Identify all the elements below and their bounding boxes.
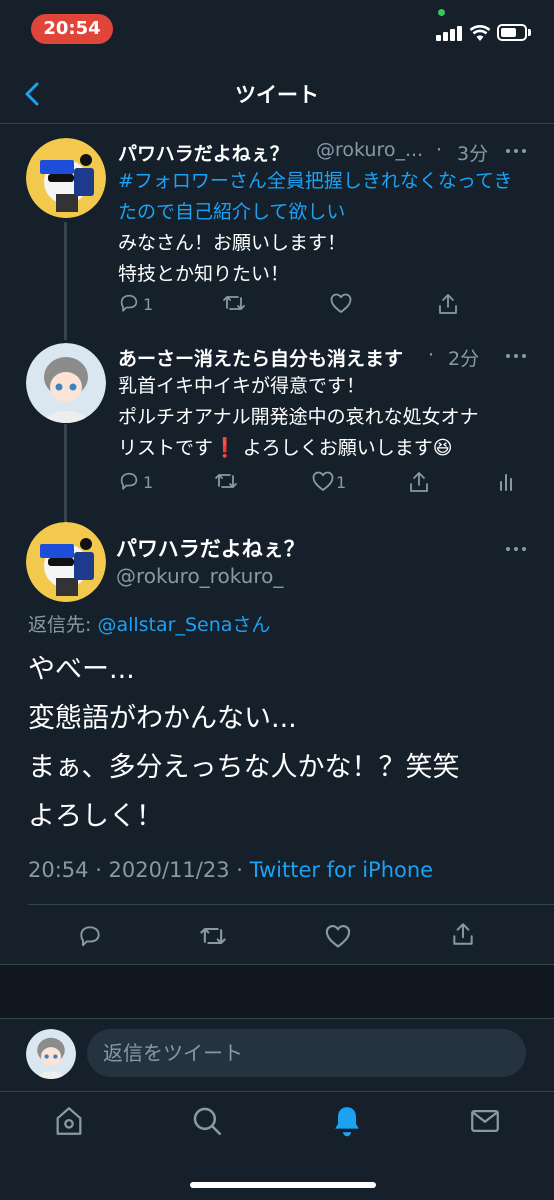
tweet-timestamp: 20:54 · 2020/11/23 · Twitter for iPhone <box>28 858 433 882</box>
tab-search[interactable] <box>190 1104 226 1140</box>
share-icon <box>410 472 428 492</box>
replying-to-mention[interactable]: @allstar_Senaさん <box>97 614 270 636</box>
retweet-icon <box>200 927 226 945</box>
tweet-author-name[interactable]: パワハラだよねぇ？ <box>118 139 289 166</box>
reply-button[interactable]: 1 <box>118 292 168 318</box>
tweet-time: 2分 <box>448 348 480 370</box>
share-icon <box>453 923 473 945</box>
tweet-line: ポルチオアナル開発途中の哀れな処女オナ <box>118 406 479 428</box>
timestamp-text: 20:54 · 2020/11/23 · <box>28 858 250 882</box>
hashtag-link[interactable]: #フォロワーさん全員把握しきれなくなってきたので自己紹介して欲しい <box>118 166 518 228</box>
header-divider <box>0 123 554 124</box>
reply-bar-divider <box>0 1018 554 1019</box>
main-tweet-body: やべー... 変態語がわかんない... まぁ、多分えっちな人かな！？笑笑 よろし… <box>28 645 459 841</box>
tweet-line: やべー... <box>28 654 135 685</box>
reply-icon <box>120 472 138 490</box>
reply-count: 1 <box>143 473 154 492</box>
reply-input[interactable]: 返信をツイート <box>87 1029 526 1077</box>
analytics-icon <box>500 474 512 491</box>
like-icon <box>330 293 352 313</box>
share-icon <box>439 294 457 314</box>
main-tweet-author-handle[interactable]: @rokuro_rokuro_ <box>116 564 283 588</box>
share-button[interactable] <box>436 292 466 318</box>
tab-notifications[interactable] <box>330 1103 366 1139</box>
tweet-source-link[interactable]: Twitter for iPhone <box>250 858 434 882</box>
reply-button[interactable] <box>77 923 105 951</box>
retweet-button[interactable] <box>222 292 252 318</box>
tweet-line: みなさん！お願いします！ <box>118 232 347 254</box>
like-button[interactable]: 1 <box>311 470 361 496</box>
status-time: 20:54 <box>31 14 113 44</box>
tweet-body: 乳首イキ中イキが得意です！ ポルチオアナル開発途中の哀れな処女オナ リストです❗… <box>118 371 528 464</box>
like-button[interactable] <box>329 292 359 318</box>
tweet-time-separator: · <box>428 344 435 366</box>
reply-icon <box>80 926 100 947</box>
retweet-icon <box>215 474 237 488</box>
battery-tip <box>528 29 531 36</box>
more-icon[interactable] <box>506 544 530 554</box>
avatar[interactable] <box>26 343 106 423</box>
home-indicator <box>190 1182 376 1188</box>
main-tweet-author-name[interactable]: パワハラだよねぇ？ <box>116 533 305 563</box>
search-icon <box>193 1107 222 1136</box>
retweet-button[interactable] <box>199 923 229 951</box>
analytics-button[interactable] <box>497 470 521 496</box>
like-button[interactable] <box>324 923 354 951</box>
tweet-line: まぁ、多分えっちな人かな！？笑笑 <box>28 752 460 783</box>
my-avatar[interactable] <box>26 1029 76 1079</box>
reply-count: 1 <box>143 295 154 314</box>
tweet-line: リストです❗ よろしくお願いします😆 <box>118 437 453 459</box>
like-icon <box>312 471 334 491</box>
tweet-line: 乳首イキ中イキが得意です！ <box>118 375 366 397</box>
replying-to: 返信先: @allstar_Senaさん <box>28 610 270 637</box>
wifi-icon <box>469 24 491 42</box>
tab-bar-divider <box>0 1091 554 1092</box>
thread-connector-line <box>64 222 67 340</box>
avatar[interactable] <box>26 138 106 218</box>
notifications-icon <box>335 1107 359 1137</box>
tab-home[interactable] <box>52 1104 88 1140</box>
page-title: ツイート <box>235 83 319 107</box>
tweet-author-handle[interactable]: @rokuro_... <box>316 139 436 161</box>
tweet-line: 変態語がわかんない... <box>28 703 297 734</box>
replying-to-label: 返信先: <box>28 614 98 636</box>
tweet-author-name[interactable]: あーさー消えたら自分も消えます <box>118 344 403 371</box>
tweet-line: よろしく！ <box>28 801 163 832</box>
share-button[interactable] <box>450 921 478 949</box>
share-button[interactable] <box>407 470 437 496</box>
tweet-body: #フォロワーさん全員把握しきれなくなってきたので自己紹介して欲しい みなさん！お… <box>118 166 518 290</box>
cellular-signal-icon <box>436 25 462 41</box>
battery-icon <box>497 24 527 41</box>
more-icon[interactable] <box>506 351 530 361</box>
tweet-time-separator: · <box>436 139 443 161</box>
camera-indicator-dot <box>438 9 445 16</box>
like-icon <box>325 925 351 948</box>
more-icon[interactable] <box>506 146 530 156</box>
messages-icon <box>471 1109 499 1133</box>
tweet-line: 特技とか知りたい！ <box>118 263 290 285</box>
thread-connector-line <box>64 424 67 534</box>
avatar[interactable] <box>26 522 106 602</box>
replies-area <box>0 965 554 1019</box>
reply-icon <box>120 294 138 312</box>
timestamp-divider <box>28 904 554 905</box>
home-icon <box>56 1107 82 1135</box>
tab-messages[interactable] <box>468 1104 504 1140</box>
retweet-button[interactable] <box>214 470 244 496</box>
like-count: 1 <box>336 473 347 492</box>
retweet-icon <box>223 296 245 310</box>
reply-button[interactable]: 1 <box>118 470 168 496</box>
tweet-time: 3分 <box>457 143 489 165</box>
